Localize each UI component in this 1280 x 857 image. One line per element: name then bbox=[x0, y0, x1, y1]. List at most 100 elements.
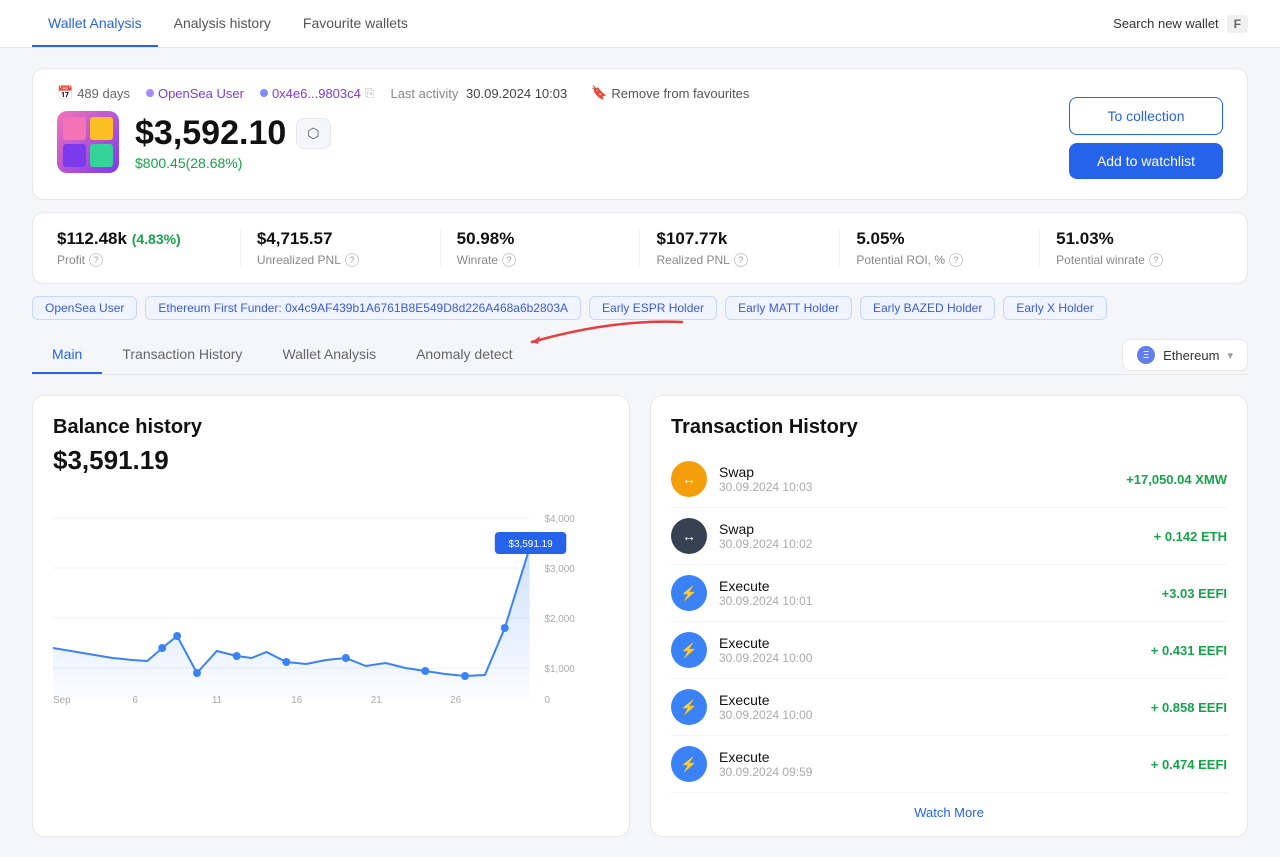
tx-icon-swap-xmw: ↔ bbox=[671, 461, 707, 497]
table-row: ↔ Swap 30.09.2024 10:02 + 0.142 ETH bbox=[671, 508, 1227, 565]
tx-info: Execute 30.09.2024 09:59 bbox=[719, 749, 1139, 779]
tx-info: Execute 30.09.2024 10:00 bbox=[719, 692, 1139, 722]
realized-info-icon[interactable]: ? bbox=[734, 253, 748, 267]
watch-more-button[interactable]: Watch More bbox=[671, 793, 1227, 820]
tx-icon-execute-1: ⚡ bbox=[671, 575, 707, 611]
subtab-transaction-history[interactable]: Transaction History bbox=[102, 336, 262, 374]
tx-amount: + 0.858 EEFI bbox=[1151, 700, 1227, 715]
last-activity: Last activity 30.09.2024 10:03 bbox=[390, 86, 567, 101]
nav-search-area: Search new wallet F bbox=[1113, 15, 1248, 33]
chevron-down-icon: ▾ bbox=[1227, 349, 1233, 362]
tag-bazed-holder[interactable]: Early BAZED Holder bbox=[860, 296, 995, 320]
tx-amount: + 0.474 EEFI bbox=[1151, 757, 1227, 772]
stat-unrealized-pnl: $4,715.57 Unrealized PNL ? bbox=[241, 229, 441, 267]
unrealized-info-icon[interactable]: ? bbox=[345, 253, 359, 267]
stat-profit-label: Profit ? bbox=[57, 253, 224, 267]
balance-history-card: Balance history $3,591.19 bbox=[32, 395, 630, 837]
tx-date: 30.09.2024 10:03 bbox=[719, 480, 1114, 494]
search-new-wallet-label: Search new wallet bbox=[1113, 16, 1219, 31]
address-dot bbox=[260, 89, 268, 97]
wallet-avatar bbox=[57, 111, 119, 173]
transaction-history-title: Transaction History bbox=[671, 416, 1227, 439]
tx-info: Swap 30.09.2024 10:02 bbox=[719, 521, 1142, 551]
wallet-balance-info: $3,592.10 ⬡ $800.45(28.68%) bbox=[135, 114, 331, 171]
stat-realized-label: Realized PNL ? bbox=[656, 253, 823, 267]
days-badge: 📅 489 days bbox=[57, 85, 130, 101]
bookmark-icon: 🔖 bbox=[591, 85, 607, 101]
wallet-card: 📅 489 days OpenSea User 0x4e6...9803c4 ⎘… bbox=[32, 68, 1248, 200]
tx-amount: + 0.431 EEFI bbox=[1151, 643, 1227, 658]
tx-amount: + 0.142 ETH bbox=[1154, 529, 1227, 544]
tx-icon-execute-4: ⚡ bbox=[671, 746, 707, 782]
stats-card: $112.48k (4.83%) Profit ? $4,715.57 Unre… bbox=[32, 212, 1248, 284]
tag-matt-holder[interactable]: Early MATT Holder bbox=[725, 296, 852, 320]
roi-info-icon[interactable]: ? bbox=[949, 253, 963, 267]
stat-roi-label: Potential ROI, % ? bbox=[856, 253, 1023, 267]
avatar-cell-yellow bbox=[90, 117, 113, 140]
stat-realized-value: $107.77k bbox=[656, 229, 823, 249]
tag-x-holder[interactable]: Early X Holder bbox=[1003, 296, 1106, 320]
stat-potential-winrate-value: 51.03% bbox=[1056, 229, 1223, 249]
winrate-info-icon[interactable]: ? bbox=[502, 253, 516, 267]
svg-text:0: 0 bbox=[544, 695, 550, 706]
remove-favourites-btn[interactable]: 🔖 Remove from favourites bbox=[591, 85, 749, 101]
tx-type: Execute bbox=[719, 749, 1139, 765]
main-content: 📅 489 days OpenSea User 0x4e6...9803c4 ⎘… bbox=[0, 48, 1280, 857]
share-button[interactable]: ⬡ bbox=[296, 118, 330, 149]
tag-opensea-user[interactable]: OpenSea User bbox=[32, 296, 137, 320]
tx-type: Execute bbox=[719, 635, 1139, 651]
balance-history-value: $3,591.19 bbox=[53, 445, 609, 476]
stat-winrate-value: 50.98% bbox=[457, 229, 624, 249]
network-selector[interactable]: Ξ Ethereum ▾ bbox=[1122, 339, 1248, 371]
potential-winrate-info-icon[interactable]: ? bbox=[1149, 253, 1163, 267]
to-collection-button[interactable]: To collection bbox=[1069, 97, 1223, 135]
eth-icon: Ξ bbox=[1137, 346, 1155, 364]
stat-profit: $112.48k (4.83%) Profit ? bbox=[57, 229, 241, 267]
table-row: ⚡ Execute 30.09.2024 09:59 + 0.474 EEFI bbox=[671, 736, 1227, 793]
svg-text:$4,000: $4,000 bbox=[544, 514, 575, 525]
tx-amount: +17,050.04 XMW bbox=[1126, 472, 1227, 487]
tab-favourite-wallets[interactable]: Favourite wallets bbox=[287, 0, 424, 47]
svg-text:$3,000: $3,000 bbox=[544, 564, 575, 575]
stat-potential-winrate-label: Potential winrate ? bbox=[1056, 253, 1223, 267]
svg-text:$2,000: $2,000 bbox=[544, 614, 575, 625]
add-to-watchlist-button[interactable]: Add to watchlist bbox=[1069, 143, 1223, 179]
tx-icon-swap-eth: ↔ bbox=[671, 518, 707, 554]
tx-type: Execute bbox=[719, 692, 1139, 708]
tx-date: 30.09.2024 10:00 bbox=[719, 708, 1139, 722]
sub-tabs: Main Transaction History Wallet Analysis… bbox=[32, 336, 1248, 375]
stat-roi-value: 5.05% bbox=[856, 229, 1023, 249]
opensea-user-label[interactable]: OpenSea User bbox=[146, 86, 244, 101]
tx-type: Swap bbox=[719, 464, 1114, 480]
avatar-cell-green bbox=[90, 144, 113, 167]
stat-unrealized-value: $4,715.57 bbox=[257, 229, 424, 249]
table-row: ⚡ Execute 30.09.2024 10:00 + 0.858 EEFI bbox=[671, 679, 1227, 736]
subtab-wallet-analysis[interactable]: Wallet Analysis bbox=[262, 336, 396, 374]
stat-potential-winrate: 51.03% Potential winrate ? bbox=[1040, 229, 1223, 267]
chart-container: $4,000 $3,000 $2,000 $1,000 0 Sep 6 11 1… bbox=[53, 488, 609, 708]
tx-date: 30.09.2024 09:59 bbox=[719, 765, 1139, 779]
opensea-dot bbox=[146, 89, 154, 97]
svg-text:$1,000: $1,000 bbox=[544, 664, 575, 675]
tx-date: 30.09.2024 10:02 bbox=[719, 537, 1142, 551]
calendar-icon: 📅 bbox=[57, 85, 73, 101]
tx-date: 30.09.2024 10:01 bbox=[719, 594, 1150, 608]
wallet-balance: $3,592.10 bbox=[135, 114, 286, 153]
transaction-history-card: Transaction History ↔ Swap 30.09.2024 10… bbox=[650, 395, 1248, 837]
tx-info: Swap 30.09.2024 10:03 bbox=[719, 464, 1114, 494]
wallet-address: 0x4e6...9803c4 ⎘ bbox=[260, 86, 375, 101]
copy-icon[interactable]: ⎘ bbox=[365, 86, 375, 101]
tab-analysis-history[interactable]: Analysis history bbox=[158, 0, 287, 47]
avatar-cell-purple bbox=[63, 144, 86, 167]
tab-wallet-analysis[interactable]: Wallet Analysis bbox=[32, 0, 158, 47]
top-nav: Wallet Analysis Analysis history Favouri… bbox=[0, 0, 1280, 48]
profit-info-icon[interactable]: ? bbox=[89, 253, 103, 267]
tx-info: Execute 30.09.2024 10:00 bbox=[719, 635, 1139, 665]
table-row: ⚡ Execute 30.09.2024 10:00 + 0.431 EEFI bbox=[671, 622, 1227, 679]
wallet-change: $800.45(28.68%) bbox=[135, 155, 331, 171]
tx-icon-execute-3: ⚡ bbox=[671, 689, 707, 725]
tx-type: Swap bbox=[719, 521, 1142, 537]
wallet-actions: To collection Add to watchlist bbox=[1069, 97, 1223, 179]
subtab-main[interactable]: Main bbox=[32, 336, 102, 374]
table-row: ↔ Swap 30.09.2024 10:03 +17,050.04 XMW bbox=[671, 451, 1227, 508]
